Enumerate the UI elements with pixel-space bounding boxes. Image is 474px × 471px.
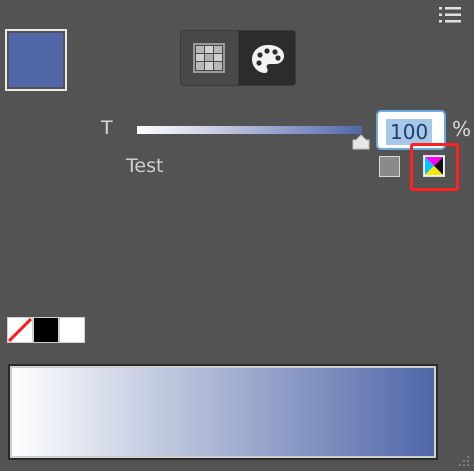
current-color-swatch[interactable] bbox=[5, 29, 67, 91]
color-mode-button[interactable] bbox=[238, 30, 296, 86]
tint-slider-handle[interactable] bbox=[352, 134, 370, 150]
tint-value: 100 bbox=[386, 119, 433, 145]
none-swatch[interactable] bbox=[7, 317, 33, 343]
palette-icon bbox=[252, 45, 284, 73]
fill-color-preview bbox=[9, 33, 63, 87]
color-name-label: Test bbox=[126, 155, 164, 177]
panel-menu-icon[interactable] bbox=[438, 6, 462, 24]
grid-icon bbox=[193, 43, 225, 73]
color-ramp-frame bbox=[8, 364, 438, 460]
white-swatch[interactable] bbox=[59, 317, 85, 343]
black-swatch[interactable] bbox=[33, 317, 59, 343]
annotation-highlight-box bbox=[410, 143, 459, 191]
gray-swatch-icon[interactable] bbox=[379, 156, 400, 177]
resize-grip-icon[interactable] bbox=[456, 452, 470, 466]
tint-unit: % bbox=[452, 117, 472, 141]
swatches-mode-button[interactable] bbox=[180, 30, 238, 86]
tint-label: T bbox=[101, 117, 113, 139]
color-ramp[interactable] bbox=[10, 366, 436, 458]
tint-slider[interactable] bbox=[137, 126, 362, 134]
